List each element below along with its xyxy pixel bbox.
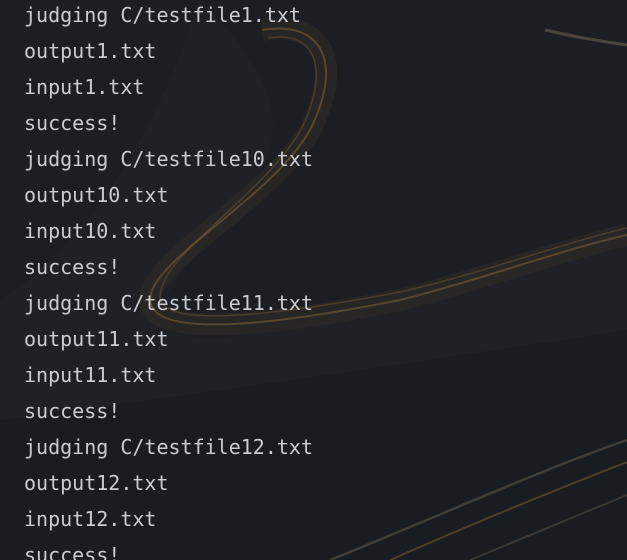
console-line: success! (24, 111, 121, 135)
console-line: output1.txt (24, 39, 157, 63)
console-lines: judging C/testfile1.txt output1.txt input1… (24, 0, 313, 560)
console-line: judging C/testfile1.txt (24, 3, 301, 27)
console-line: output12.txt (24, 471, 169, 495)
console-line: input10.txt (24, 219, 157, 243)
console-line: output10.txt (24, 183, 169, 207)
console-line: success! (24, 543, 121, 560)
console-line: judging C/testfile10.txt (24, 147, 313, 171)
console-line: output11.txt (24, 327, 169, 351)
console-line: input12.txt (24, 507, 157, 531)
console-line: success! (24, 255, 121, 279)
console-line: input11.txt (24, 363, 157, 387)
console-line: judging C/testfile12.txt (24, 435, 313, 459)
console-output-panel[interactable]: judging C/testfile1.txt output1.txt input1… (0, 0, 627, 560)
console-line: judging C/testfile11.txt (24, 291, 313, 315)
console-line: input1.txt (24, 75, 145, 99)
console-line: success! (24, 399, 121, 423)
